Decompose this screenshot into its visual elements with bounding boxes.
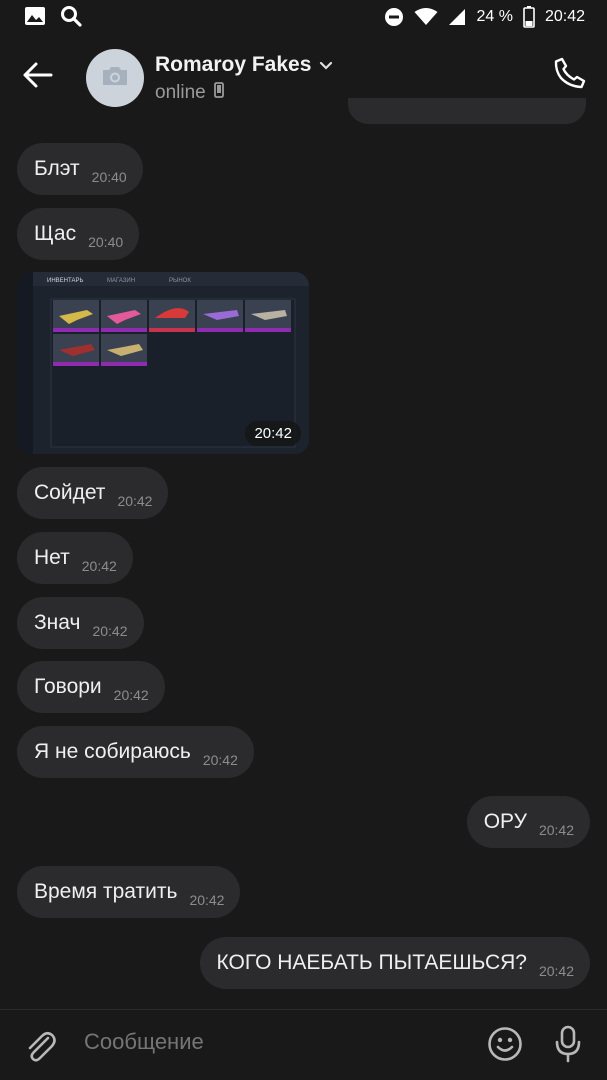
cell-signal-icon	[448, 8, 466, 26]
image-notification-icon	[24, 6, 46, 26]
search-notification-icon	[60, 5, 82, 27]
message-bubble[interactable]: Нет 20:42	[17, 532, 133, 584]
composer	[0, 1009, 607, 1080]
photo-tab-shop: МАГАЗИН	[107, 278, 135, 284]
contact-name[interactable]: Romaroy Fakes	[155, 53, 333, 77]
message-bubble[interactable]: Время тратить 20:42	[17, 866, 241, 918]
chevron-down-icon	[319, 53, 333, 77]
message-bubble-outgoing[interactable]: КОГО НАЕБАТЬ ПЫТАЕШЬСЯ? 20:42	[199, 937, 590, 989]
battery-icon	[523, 6, 535, 28]
photo-timestamp: 20:42	[245, 421, 301, 446]
message-bubble[interactable]: Знач 20:42	[17, 597, 144, 649]
microphone-icon[interactable]	[553, 1024, 583, 1069]
previous-message-fragment	[348, 98, 586, 124]
message-bubble[interactable]: Блэт 20:40	[17, 143, 143, 195]
avatar[interactable]	[86, 49, 144, 107]
message-bubble[interactable]: Сойдет 20:42	[17, 467, 169, 519]
contact-status: online	[155, 82, 224, 104]
phone-call-icon[interactable]	[553, 56, 587, 95]
message-bubble-outgoing[interactable]: ОРУ 20:42	[466, 796, 590, 848]
photo-message[interactable]: ИНВЕНТАРЬ МАГАЗИН РЫНОК 20:42	[17, 272, 309, 454]
emoji-icon[interactable]	[487, 1026, 523, 1067]
wifi-icon	[414, 8, 438, 26]
paperclip-icon[interactable]	[22, 1028, 58, 1069]
status-bar: 24 % 20:42	[0, 0, 607, 36]
do-not-disturb-icon	[384, 7, 404, 27]
photo-tab-inventory: ИНВЕНТАРЬ	[47, 278, 83, 284]
mobile-device-icon	[213, 82, 224, 104]
message-bubble[interactable]: Говори 20:42	[17, 661, 165, 713]
clock: 20:42	[544, 8, 585, 25]
photo-tab-market: РЫНОК	[169, 278, 191, 284]
message-bubble[interactable]: Я не собираюсь 20:42	[17, 726, 254, 778]
message-bubble[interactable]: Щас 20:40	[17, 208, 140, 260]
battery-percent: 24 %	[476, 8, 513, 25]
camera-icon	[100, 64, 130, 93]
back-arrow-icon[interactable]	[22, 60, 58, 90]
message-input[interactable]	[82, 1028, 466, 1056]
